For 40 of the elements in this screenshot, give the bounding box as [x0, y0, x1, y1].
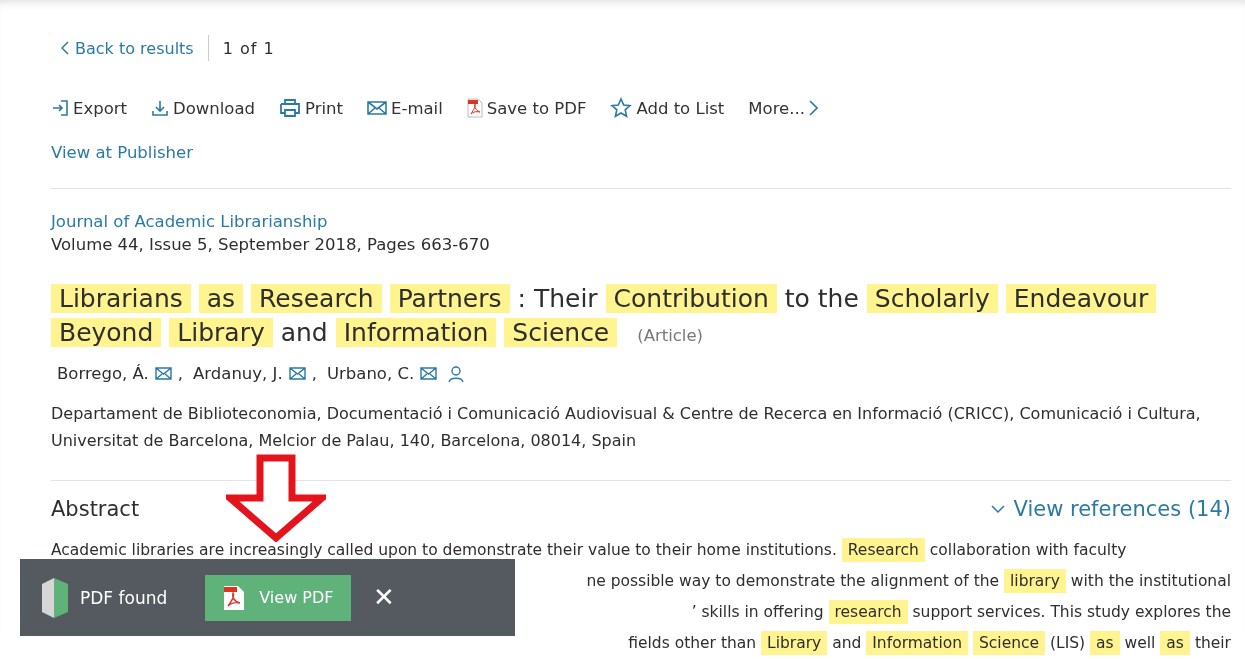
- author-separator: ,: [177, 364, 184, 383]
- result-position: 1 of 1: [222, 38, 275, 58]
- bookmark-logo-icon: [40, 577, 70, 618]
- view-references-link[interactable]: View references (14): [991, 497, 1231, 521]
- more-action-button[interactable]: More...: [748, 97, 818, 119]
- abstract-heading: Abstract: [51, 497, 140, 521]
- email-icon[interactable]: [420, 367, 438, 380]
- author-link[interactable]: Ardanuy, J.: [193, 364, 283, 383]
- print-icon: [279, 98, 302, 118]
- volume-info: Volume 44, Issue 5, September 2018, Pages 663-670: [51, 235, 491, 254]
- email-icon[interactable]: [288, 367, 306, 380]
- author-link[interactable]: Urbano, C.: [326, 364, 415, 383]
- back-to-results-link[interactable]: Back to results: [61, 38, 194, 58]
- export-action-button[interactable]: Export: [51, 97, 127, 119]
- download-action-button[interactable]: Download: [151, 97, 256, 119]
- pdf-file-icon: [466, 98, 483, 118]
- star-icon: [610, 97, 633, 119]
- author-link[interactable]: Borrego, Á.: [57, 364, 149, 383]
- chevron-left-icon: [61, 41, 69, 55]
- author-separator: ,: [311, 364, 317, 383]
- email-icon[interactable]: [154, 367, 172, 380]
- pdf-file-icon: [223, 584, 246, 611]
- toast-message: PDF found: [80, 587, 168, 608]
- person-icon[interactable]: [447, 364, 466, 383]
- pdf-action-button[interactable]: Save to PDF: [466, 97, 587, 119]
- download-icon: [151, 99, 169, 117]
- chevron-right-icon: [808, 100, 818, 116]
- close-button[interactable]: ✕: [369, 582, 400, 613]
- star-action-button[interactable]: Add to List: [610, 97, 725, 119]
- article-title: Librarians as Research Partners : Their Contribution to the Scholarly Endeavour Beyond Library and Information Science (Article): [51, 282, 1231, 353]
- email-icon: [367, 100, 387, 116]
- journal-link[interactable]: Journal of Academic Librarianship: [51, 212, 1231, 231]
- email-action-button[interactable]: E-mail: [367, 97, 443, 119]
- affiliation-text: Departament de Biblioteconomia, Documentació i Comunicació Audiovisual & Centre de Recerca en Informació (CRICC), Comunicació i Cultura, Universitat de Barcelona, Melcior de Palau, 140, Barcelona, 08014, Spain: [51, 403, 1202, 452]
- abstract-line: Academic libraries are increasingly called upon to demonstrate their value to their home institutions. Research collaboration with faculty: [51, 535, 1231, 566]
- abstract-line: fields other than Library and Information Science (LIS) as well as their: [51, 628, 1231, 659]
- chevron-down-icon: [991, 504, 1006, 514]
- view-at-publisher-link[interactable]: View at Publisher: [51, 143, 1231, 162]
- print-action-button[interactable]: Print: [279, 97, 343, 119]
- export-icon: [51, 99, 69, 117]
